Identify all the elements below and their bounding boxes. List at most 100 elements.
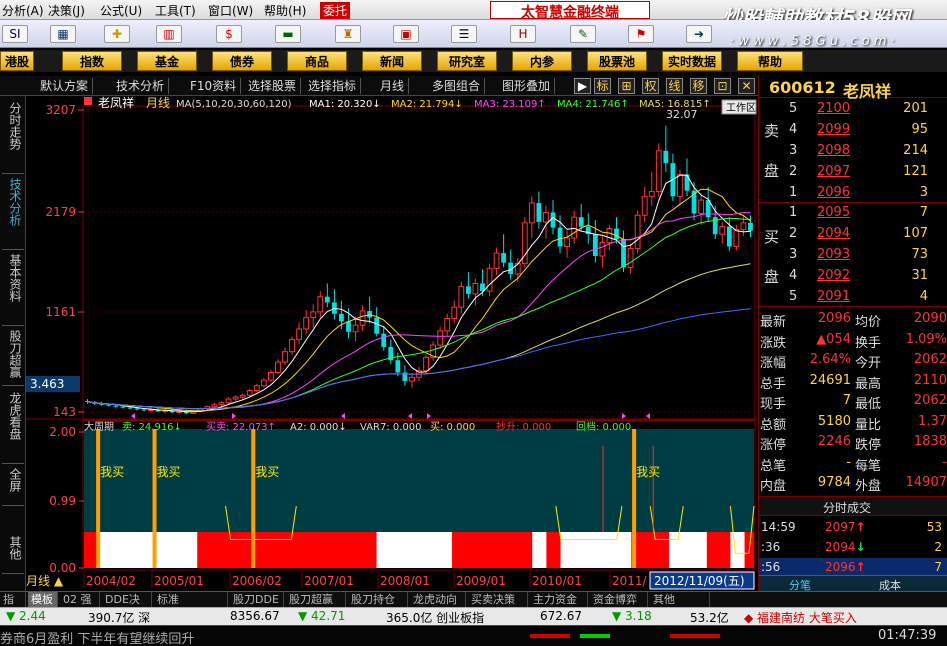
sell-price: 2100 (817, 101, 851, 116)
bottom-tab[interactable]: DDE决策 (102, 592, 152, 621)
nav-help[interactable]: 帮助 (737, 51, 803, 71)
nav-realtime[interactable]: 实时数据 (662, 51, 722, 71)
chart-icon[interactable]: ▣ (393, 25, 419, 43)
nav-hk[interactable]: 港股 (0, 51, 34, 71)
grid-icon[interactable]: ▦ (50, 25, 76, 43)
buy-row[interactable]: 2 2094 107 (759, 225, 947, 245)
sell-row[interactable]: 5 2100 201 (759, 100, 947, 120)
sell-row[interactable]: 2 2097 121 (759, 163, 947, 183)
buy-row[interactable]: 5 2091 4 (759, 288, 947, 308)
vtab-intraday[interactable]: 分时走势 (2, 102, 24, 174)
play-icon[interactable]: ▶ (574, 78, 591, 94)
vtab-fullscreen[interactable]: 全屏 (2, 468, 24, 506)
status-v2: 390.7亿 深 (88, 611, 151, 625)
vtab-gudao[interactable]: 股刀超赢 (2, 330, 24, 386)
vtab-fundamental[interactable]: 基本资料 (2, 254, 24, 326)
bottom-tab[interactable]: 股刀持仓 (348, 592, 408, 607)
tab-f10[interactable]: F10资料 (186, 78, 242, 94)
index-status-bar: ▼ 2.44 390.7亿 深 8356.67 ▼ 42.71 365.0亿 创… (0, 607, 947, 625)
x-label: 2007/01 (304, 574, 354, 588)
y-label: 1161 (45, 305, 76, 319)
list-icon[interactable]: ☰ (451, 25, 477, 43)
status-v9[interactable]: ◆ 福建南纺 大笔买入 (744, 609, 857, 626)
si-icon[interactable]: SI (2, 25, 28, 43)
bottom-tab[interactable]: 02 强弱 (60, 592, 100, 621)
tab-monthly[interactable]: 月线 (376, 78, 410, 94)
menu-decision[interactable]: 决策(J) (48, 2, 85, 19)
sell-row[interactable]: 4 2099 95 (759, 121, 947, 141)
bell-icon[interactable]: ♜ (335, 25, 361, 43)
line-icon[interactable]: 线 (666, 78, 683, 94)
menu-tools[interactable]: 工具(T) (155, 2, 196, 19)
nav-research[interactable]: 研究室 (437, 51, 497, 71)
candle-down (578, 217, 584, 227)
tab-select-indicator[interactable]: 选择指标 (304, 78, 362, 94)
bottom-tab[interactable]: 资金博弈 (590, 592, 648, 607)
nav-news[interactable]: 新闻 (362, 51, 422, 71)
tab-multi-chart[interactable]: 多图组合 (428, 78, 486, 94)
nav-bond[interactable]: 债券 (212, 51, 272, 71)
stat-label-left: 涨停 (760, 438, 787, 453)
stat-value-right: 2110 (913, 372, 947, 388)
nav-insider[interactable]: 内参 (512, 51, 572, 71)
maximize-icon[interactable]: ⊡ (714, 78, 731, 94)
move-icon[interactable]: 移 (690, 78, 707, 94)
candle-down (113, 405, 119, 407)
cross-icon[interactable]: ✚ (104, 25, 130, 43)
vtab-technical[interactable]: 技术分析 (2, 178, 24, 250)
tab-select-stock[interactable]: 选择股票 (244, 78, 302, 94)
grid-toggle-icon[interactable]: ⊞ (618, 78, 635, 94)
sell-row[interactable]: 3 2098 214 (759, 142, 947, 162)
stripe-icon[interactable]: ▬ (275, 25, 301, 43)
flag-icon[interactable]: ⚑ (628, 25, 654, 43)
bottom-tab[interactable]: 股刀DDE (230, 592, 284, 607)
bottom-tab[interactable]: 标准 (154, 592, 228, 607)
buy-row[interactable]: 3 2093 73 (759, 246, 947, 266)
candle-up (289, 338, 295, 353)
bottom-tab[interactable]: 指标 (0, 592, 26, 621)
chart-tabs: 默认方案 技术分析 F10资料 选择股票 选择指标 月线 多图组合 图形叠加 ▶… (0, 76, 760, 96)
bars-icon[interactable]: ▥ (156, 25, 182, 43)
buy-row[interactable]: 1 2095 7 (759, 204, 947, 224)
bottom-tab[interactable]: 股刀超赢 (286, 592, 346, 607)
nav-index[interactable]: 指数 (62, 51, 122, 71)
ind-red-zone (546, 532, 561, 568)
vtab-longhu[interactable]: 龙虎看盘 (2, 392, 24, 464)
menu-help[interactable]: 帮助(H) (264, 2, 306, 19)
dollar-icon[interactable]: $ (216, 25, 242, 43)
ind-header-6: 抄升: 0.000 (496, 420, 551, 433)
mark-icon[interactable]: 标 (594, 78, 611, 94)
menu-window[interactable]: 窗口(W) (208, 2, 253, 19)
sell-row[interactable]: 1 2096 3 (759, 184, 947, 204)
menu-analysis[interactable]: 分析(A) (2, 2, 44, 19)
trade-row[interactable]: :36 2094↓ 2 (759, 538, 947, 558)
nav-commodity[interactable]: 商品 (287, 51, 347, 71)
close-icon[interactable]: ✕ (738, 78, 755, 94)
tab-overlay[interactable]: 图形叠加 (498, 78, 556, 94)
candle-up (641, 195, 648, 216)
tab-technical[interactable]: 技术分析 (112, 78, 170, 94)
pen-icon[interactable]: ✎ (570, 25, 596, 43)
bottom-tab[interactable]: 买卖决策 (468, 592, 528, 607)
vtab-other[interactable]: 其他 (2, 536, 24, 574)
arrow-icon[interactable]: ➜ (686, 25, 712, 43)
ticker-seg-2 (580, 634, 610, 638)
bottom-tab[interactable]: 其他 (650, 592, 710, 607)
bottom-tab[interactable]: 龙虎动向 (410, 592, 466, 607)
bottom-tab[interactable]: 主力资金 (530, 592, 588, 607)
trade-time: 14:59 (761, 520, 796, 534)
menu-order[interactable]: 委托 (320, 2, 351, 19)
nav-fund[interactable]: 基金 (137, 51, 197, 71)
ticker-text[interactable]: 券商6月盈利 下半年有望继续回升 (0, 628, 194, 646)
candle-down (374, 317, 380, 334)
trade-row[interactable]: 14:59 2097↑ 53 (759, 518, 947, 538)
menu-formula[interactable]: 公式(U) (100, 2, 142, 19)
bottom-tab[interactable]: 模板 (28, 592, 58, 607)
nav-stockpool[interactable]: 股票池 (587, 51, 647, 71)
candle-up (655, 150, 662, 193)
h-icon[interactable]: H (510, 25, 536, 43)
tab-default-scheme[interactable]: 默认方案 (36, 78, 94, 94)
candlestick-chart[interactable]: 我买 我买 我买 我买 3207 2179 1161 143 3.463 老凤祥 月线 MA(5,1… (26, 96, 758, 591)
buy-row[interactable]: 4 2092 31 (759, 267, 947, 287)
rights-icon[interactable]: 权 (642, 78, 659, 94)
